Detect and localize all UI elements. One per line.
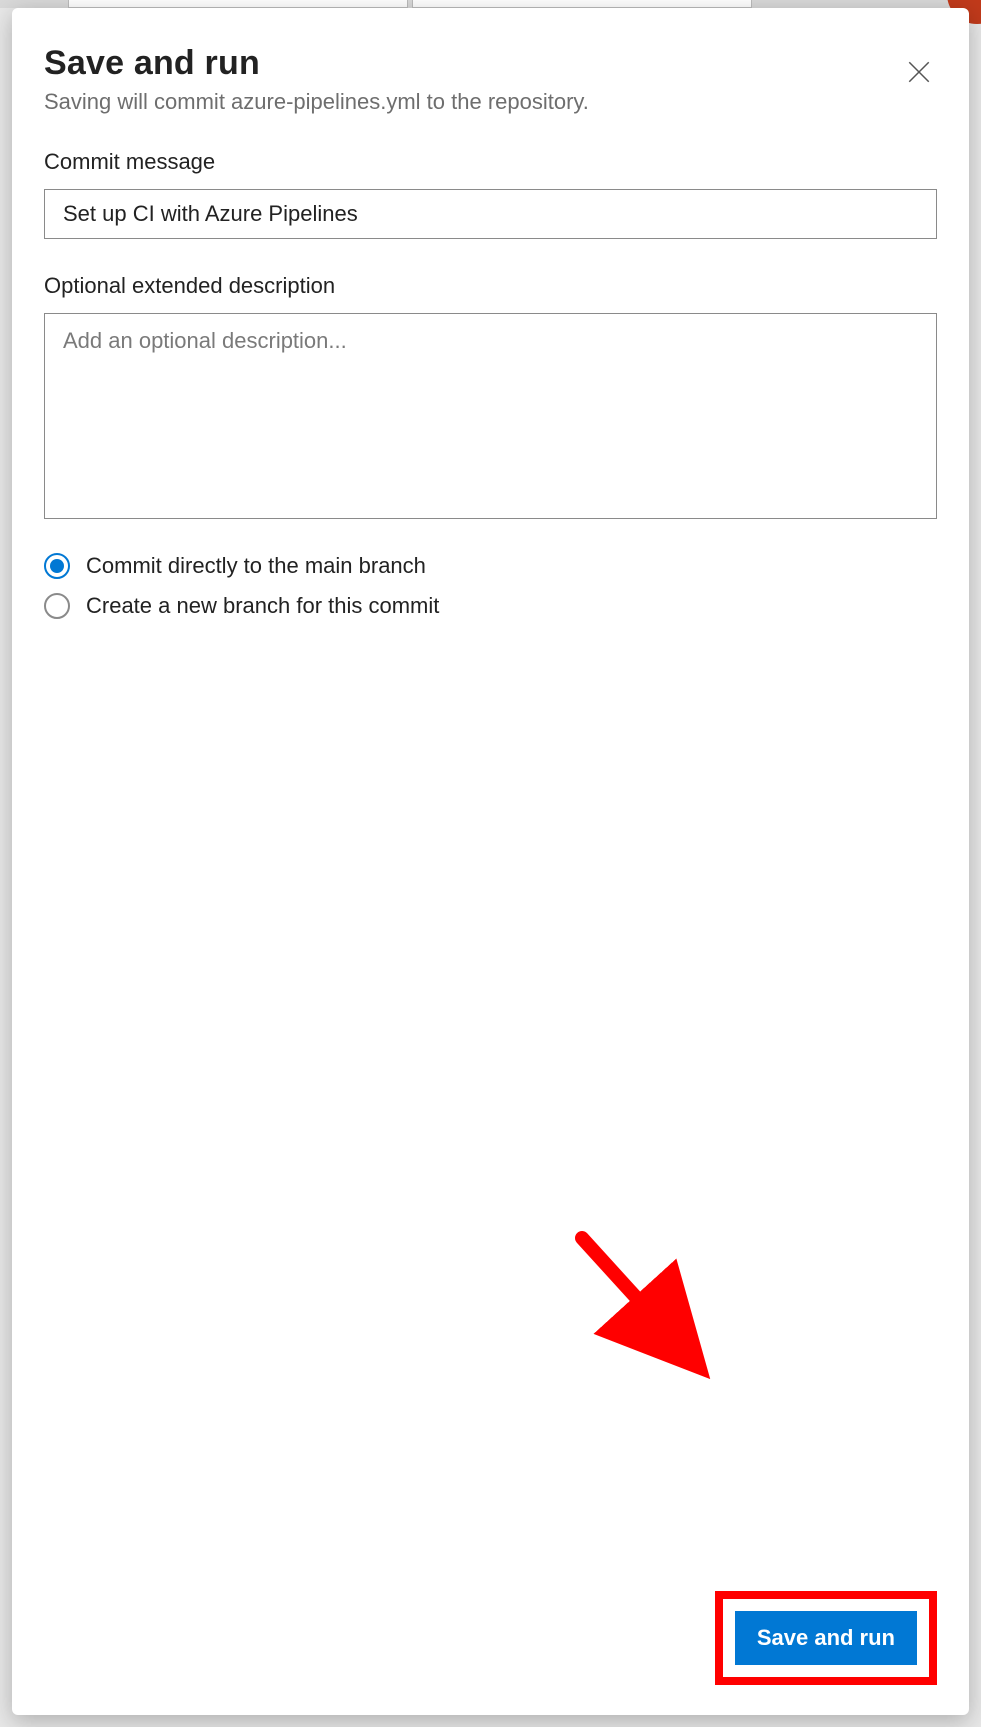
background-tab-2 [412, 0, 752, 8]
close-icon [906, 59, 932, 90]
branch-radio-group: Commit directly to the main branch Creat… [44, 553, 937, 619]
commit-message-label: Commit message [44, 149, 937, 175]
dialog-subtitle: Saving will commit azure-pipelines.yml t… [44, 89, 895, 115]
radio-label: Create a new branch for this commit [86, 593, 439, 619]
background-tab-1 [68, 0, 408, 8]
extended-description-label: Optional extended description [44, 273, 937, 299]
commit-message-input[interactable] [44, 189, 937, 239]
dialog-footer: Save and run [44, 1591, 937, 1685]
radio-icon [44, 593, 70, 619]
save-and-run-dialog: Save and run Saving will commit azure-pi… [12, 8, 969, 1715]
radio-new-branch[interactable]: Create a new branch for this commit [44, 593, 937, 619]
close-button[interactable] [895, 50, 943, 98]
radio-icon [44, 553, 70, 579]
save-and-run-button[interactable]: Save and run [735, 1611, 917, 1665]
extended-description-textarea[interactable] [44, 313, 937, 519]
radio-label: Commit directly to the main branch [86, 553, 426, 579]
dialog-title: Save and run [44, 44, 895, 83]
dialog-header: Save and run Saving will commit azure-pi… [44, 44, 937, 115]
radio-commit-main[interactable]: Commit directly to the main branch [44, 553, 937, 579]
annotation-save-highlight: Save and run [715, 1591, 937, 1685]
annotation-arrow-icon [572, 1228, 752, 1388]
dialog-titles: Save and run Saving will commit azure-pi… [44, 44, 895, 115]
